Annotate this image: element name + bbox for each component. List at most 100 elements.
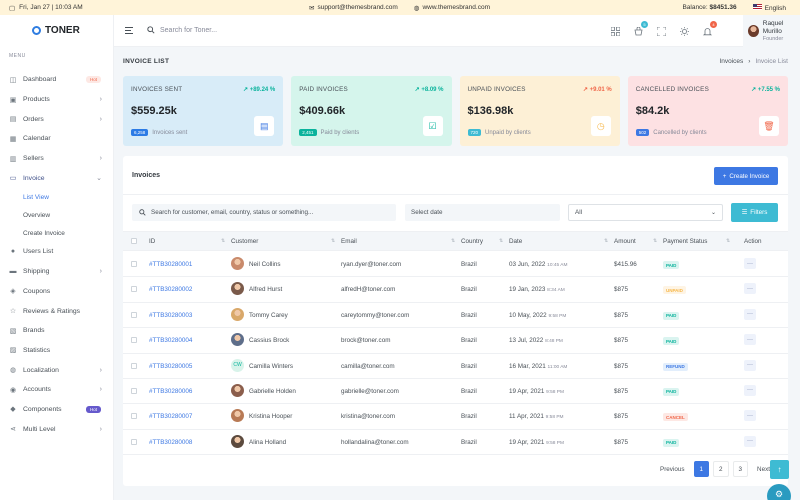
pagination-page[interactable]: 1 xyxy=(693,461,710,477)
sort-icon[interactable]: ⇅ xyxy=(653,238,657,244)
column-header-id[interactable]: ID xyxy=(149,238,155,245)
column-header-date[interactable]: Date xyxy=(509,238,522,245)
sidebar-item-calendar[interactable]: ▦ Calendar xyxy=(0,129,114,149)
language-selector[interactable]: English xyxy=(752,3,786,12)
date-picker-input[interactable]: Select date xyxy=(405,204,560,221)
sidebar-subitem-list-view[interactable]: List View xyxy=(0,188,114,206)
hamburger-menu-icon[interactable] xyxy=(125,27,133,36)
customer-name: Kristina Hooper xyxy=(249,413,293,421)
theme-toggle-icon[interactable] xyxy=(679,26,689,36)
more-actions-button[interactable]: ··· xyxy=(744,435,756,447)
invoice-id-link[interactable]: #TTB30280003 xyxy=(149,312,192,319)
more-actions-button[interactable]: ··· xyxy=(744,410,756,422)
sidebar-item-coupons[interactable]: ◈ Coupons xyxy=(0,282,114,302)
row-checkbox[interactable] xyxy=(131,337,137,344)
row-checkbox[interactable] xyxy=(131,387,137,394)
back-to-top-button[interactable]: ↑ xyxy=(770,460,789,479)
column-header-customer[interactable]: Customer xyxy=(231,238,258,245)
fullscreen-icon[interactable] xyxy=(656,26,666,36)
invoice-id-link[interactable]: #TTB30280001 xyxy=(149,261,192,268)
sidebar-item-dashboard[interactable]: ◫ Dashboard Hot xyxy=(0,70,114,90)
mail-icon: ✉ xyxy=(309,4,315,12)
brand-logo[interactable]: TONER xyxy=(32,25,80,36)
sidebar-subitem-overview[interactable]: Overview xyxy=(0,206,114,224)
sidebar-item-users-list[interactable]: ● Users List xyxy=(0,242,114,262)
sidebar-item-localization[interactable]: ◍ Localization › xyxy=(0,360,114,380)
sidebar-item-brands[interactable]: ▧ Brands xyxy=(0,321,114,341)
customizer-gear-button[interactable]: ⚙ xyxy=(767,484,791,500)
bell-icon[interactable]: 4 xyxy=(702,21,717,36)
row-checkbox[interactable] xyxy=(131,286,137,293)
invoice-id-link[interactable]: #TTB30280007 xyxy=(149,413,192,420)
sort-icon[interactable]: ⇅ xyxy=(221,238,225,244)
column-header-email[interactable]: Email xyxy=(341,238,357,245)
sort-icon[interactable]: ⇅ xyxy=(604,238,608,244)
chart-icon: ▨ xyxy=(9,347,17,355)
country: Brazil xyxy=(461,362,477,370)
row-checkbox[interactable] xyxy=(131,413,137,420)
invoice-search-input[interactable]: Search for customer, email, country, sta… xyxy=(132,204,396,221)
more-actions-button[interactable]: ··· xyxy=(744,334,756,346)
sidebar-item-reviews-ratings[interactable]: ☆ Reviews & Ratings xyxy=(0,301,114,321)
invoice-id-link[interactable]: #TTB30280002 xyxy=(149,286,192,293)
invoice-id-link[interactable]: #TTB30280004 xyxy=(149,337,192,344)
column-header-action[interactable]: Action xyxy=(744,238,762,245)
sidebar-item-sellers[interactable]: ▥ Sellers › xyxy=(0,149,114,169)
more-horizontal-icon: ··· xyxy=(747,260,753,267)
customer-name: Camilla Winters xyxy=(249,362,294,370)
sidebar-subitem-create-invoice[interactable]: Create Invoice xyxy=(0,224,114,242)
sidebar-item-accounts[interactable]: ◉ Accounts › xyxy=(0,380,114,400)
sidebar-item-invoice[interactable]: ▭ Invoice ⌄ xyxy=(0,168,114,188)
clock-icon: ◷ xyxy=(590,116,611,136)
sort-icon[interactable]: ⇅ xyxy=(451,238,455,244)
date-text: 13 Jul, 2022 xyxy=(509,337,544,345)
filters-button[interactable]: ☰ Filters xyxy=(731,203,778,222)
sidebar-item-components[interactable]: ◆ Components Hot xyxy=(0,400,114,420)
header-search[interactable]: Search for Toner... xyxy=(147,26,217,34)
column-header-country[interactable]: Country xyxy=(461,238,483,245)
apps-grid-icon[interactable] xyxy=(610,26,620,36)
trend-arrow-icon: ↗ xyxy=(414,87,420,93)
column-header-amount[interactable]: Amount xyxy=(614,238,636,245)
sidebar-item-shipping[interactable]: ▬ Shipping › xyxy=(0,262,114,282)
sidebar-item-products[interactable]: ▣ Products › xyxy=(0,90,114,110)
sidebar-item-label: Shipping xyxy=(23,268,50,276)
row-checkbox[interactable] xyxy=(131,261,137,267)
cart-icon[interactable]: 5 xyxy=(633,21,648,36)
status-select[interactable]: All ⌄ xyxy=(568,204,723,221)
page-title: INVOICE LIST xyxy=(123,58,170,65)
stat-card-unpaid-invoices: UNPAID INVOICES ↗ +9.01 % $136.98k 720 Un… xyxy=(459,76,620,146)
column-header-payment-status[interactable]: Payment Status xyxy=(663,238,707,245)
pagination-page[interactable]: 2 xyxy=(713,461,729,477)
avatar: CW xyxy=(231,358,244,372)
row-checkbox[interactable] xyxy=(131,362,137,369)
select-all-checkbox[interactable] xyxy=(131,238,137,244)
stat-card-cancelled-invoices: CANCELLED INVOICES ↗ +7.55 % $84.2k 502 C… xyxy=(627,76,788,146)
sort-icon[interactable]: ⇅ xyxy=(726,238,730,244)
pagination-page[interactable]: 3 xyxy=(732,461,749,477)
invoice-id-link[interactable]: #TTB30280008 xyxy=(149,439,192,446)
invoice-id-link[interactable]: #TTB30280005 xyxy=(149,363,192,370)
more-actions-button[interactable]: ··· xyxy=(744,359,756,371)
more-actions-button[interactable]: ··· xyxy=(744,384,756,396)
sort-icon[interactable]: ⇅ xyxy=(499,238,503,244)
row-checkbox[interactable] xyxy=(131,311,137,318)
sidebar-item-multi-level[interactable]: ⋖ Multi Level › xyxy=(0,419,114,439)
sort-icon[interactable]: ⇅ xyxy=(331,238,335,244)
star-icon: ☆ xyxy=(9,308,17,316)
more-actions-button[interactable]: ··· xyxy=(744,308,756,320)
app-header: Search for Toner... 5 4 Raquel Murillo F… xyxy=(114,15,800,47)
more-actions-button[interactable]: ··· xyxy=(744,258,756,269)
website-link[interactable]: ◍ www.themesbrand.com xyxy=(414,4,490,12)
sidebar-item-statistics[interactable]: ▨ Statistics xyxy=(0,341,114,361)
pagination-previous[interactable]: Previous xyxy=(655,461,690,477)
more-actions-button[interactable]: ··· xyxy=(744,283,756,295)
sidebar-item-orders[interactable]: ▤ Orders › xyxy=(0,109,114,129)
create-invoice-button[interactable]: + Create Invoice xyxy=(714,167,778,185)
invoice-id-link[interactable]: #TTB30280006 xyxy=(149,388,192,395)
chevron-right-icon: › xyxy=(99,268,102,276)
user-menu[interactable]: Raquel Murillo Founder xyxy=(743,15,800,47)
breadcrumb-invoices[interactable]: Invoices xyxy=(719,58,743,65)
support-email[interactable]: ✉ support@themesbrand.com xyxy=(309,4,398,12)
row-checkbox[interactable] xyxy=(131,438,137,445)
